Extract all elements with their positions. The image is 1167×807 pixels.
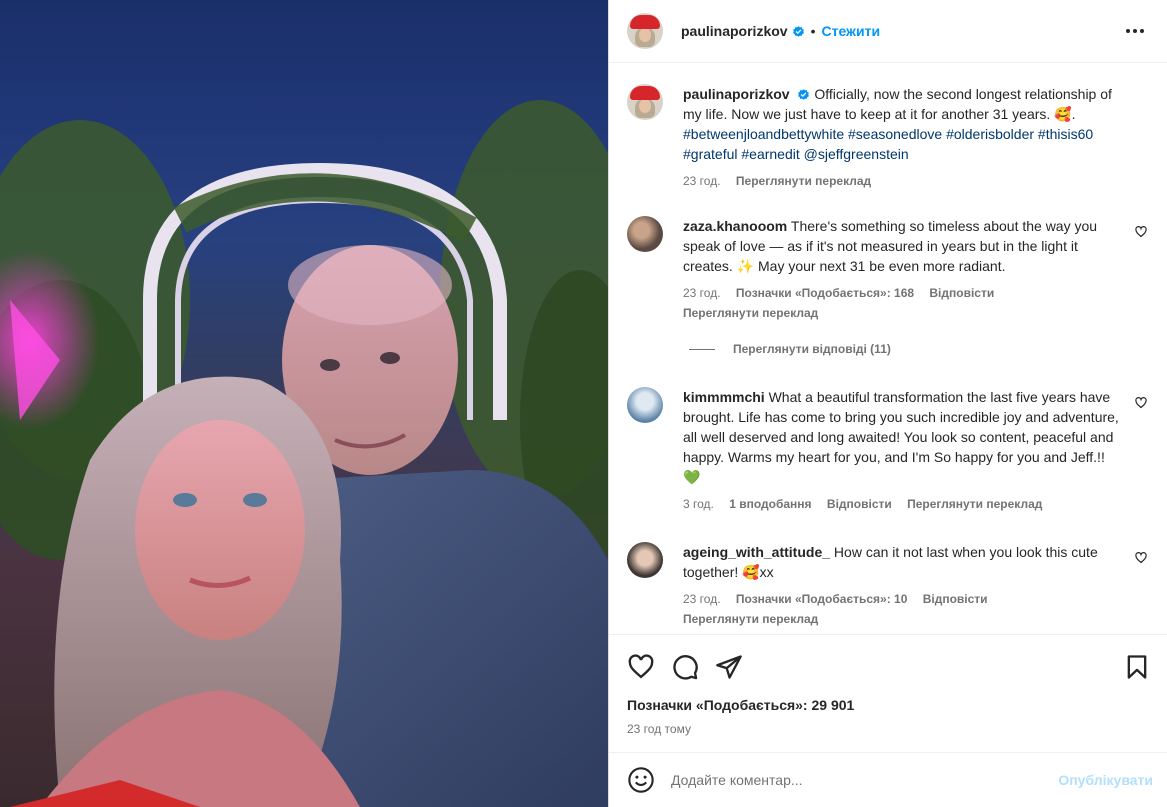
post-time[interactable]: 23 год тому bbox=[627, 722, 691, 736]
comment-like-heart-icon[interactable] bbox=[1135, 226, 1147, 238]
reply-button[interactable]: Відповісти bbox=[923, 592, 988, 606]
commenter-avatar[interactable] bbox=[627, 216, 663, 252]
post-photo[interactable] bbox=[0, 0, 608, 807]
heart-icon[interactable] bbox=[627, 653, 655, 681]
comment-username[interactable]: ageing_with_attitude_ bbox=[683, 544, 830, 560]
post-header: paulinaporizkov • Стежити bbox=[609, 0, 1167, 63]
comment-username[interactable]: zaza.khanooom bbox=[683, 218, 787, 234]
comment-composer: Опублікувати bbox=[609, 752, 1167, 807]
author-username[interactable]: paulinaporizkov bbox=[681, 23, 788, 39]
view-replies[interactable]: Переглянути відповіді (11) bbox=[689, 342, 891, 356]
more-horizontal-icon[interactable] bbox=[1123, 19, 1147, 43]
comment-input[interactable] bbox=[671, 772, 1059, 788]
reply-button[interactable]: Відповісти bbox=[929, 286, 994, 300]
verified-badge-icon bbox=[798, 89, 810, 100]
comment-time[interactable]: 23 год. bbox=[683, 286, 721, 300]
bookmark-icon[interactable] bbox=[1123, 653, 1151, 681]
view-replies-label[interactable]: Переглянути відповіді (11) bbox=[733, 342, 891, 356]
commenter-avatar[interactable] bbox=[627, 387, 663, 423]
comment-icon[interactable] bbox=[671, 653, 699, 681]
comment-translate[interactable]: Переглянути переклад bbox=[683, 612, 818, 626]
comment-username[interactable]: kimmmmchi bbox=[683, 389, 765, 405]
comment-time[interactable]: 23 год. bbox=[683, 592, 721, 606]
comments-panel: paulinaporizkov • Стежити paulinaporizko… bbox=[609, 0, 1167, 807]
comment-translate[interactable]: Переглянути переклад bbox=[907, 497, 1042, 511]
share-icon[interactable] bbox=[715, 653, 743, 681]
reply-button[interactable]: Відповісти bbox=[827, 497, 892, 511]
caption-avatar[interactable] bbox=[627, 84, 663, 120]
verified-badge-icon bbox=[792, 25, 804, 37]
comment-like-heart-icon[interactable] bbox=[1135, 552, 1147, 564]
caption-time[interactable]: 23 год. bbox=[683, 174, 721, 188]
comment-likes[interactable]: Позначки «Подобається»: 168 bbox=[736, 286, 914, 300]
likes-count[interactable]: Позначки «Подобається»: 29 901 bbox=[627, 697, 854, 713]
emoji-icon[interactable] bbox=[627, 766, 655, 794]
follow-button[interactable]: Стежити bbox=[821, 23, 880, 39]
comment-likes[interactable]: 1 вподобання bbox=[729, 497, 811, 511]
post-comment-button[interactable]: Опублікувати bbox=[1058, 772, 1153, 788]
comments-list[interactable]: paulinaporizkov Officially, now the seco… bbox=[609, 64, 1167, 634]
commenter-avatar[interactable] bbox=[627, 542, 663, 578]
caption-translate[interactable]: Переглянути переклад bbox=[736, 174, 871, 188]
comment-like-heart-icon[interactable] bbox=[1135, 397, 1147, 409]
post-viewer: paulinaporizkov • Стежити paulinaporizko… bbox=[0, 0, 1167, 807]
caption-hashtags[interactable]: #betweenjloandbettywhite #seasonedlove #… bbox=[683, 126, 1093, 162]
author-avatar[interactable] bbox=[627, 13, 663, 49]
post-actions: Позначки «Подобається»: 29 901 23 год то… bbox=[609, 634, 1167, 752]
caption-username[interactable]: paulinaporizkov bbox=[683, 86, 790, 102]
header-separator: • bbox=[810, 23, 816, 39]
comment-time[interactable]: 3 год. bbox=[683, 497, 714, 511]
photo-illustration bbox=[0, 100, 608, 807]
comment-likes[interactable]: Позначки «Подобається»: 10 bbox=[736, 592, 907, 606]
comment-translate[interactable]: Переглянути переклад bbox=[683, 306, 818, 320]
